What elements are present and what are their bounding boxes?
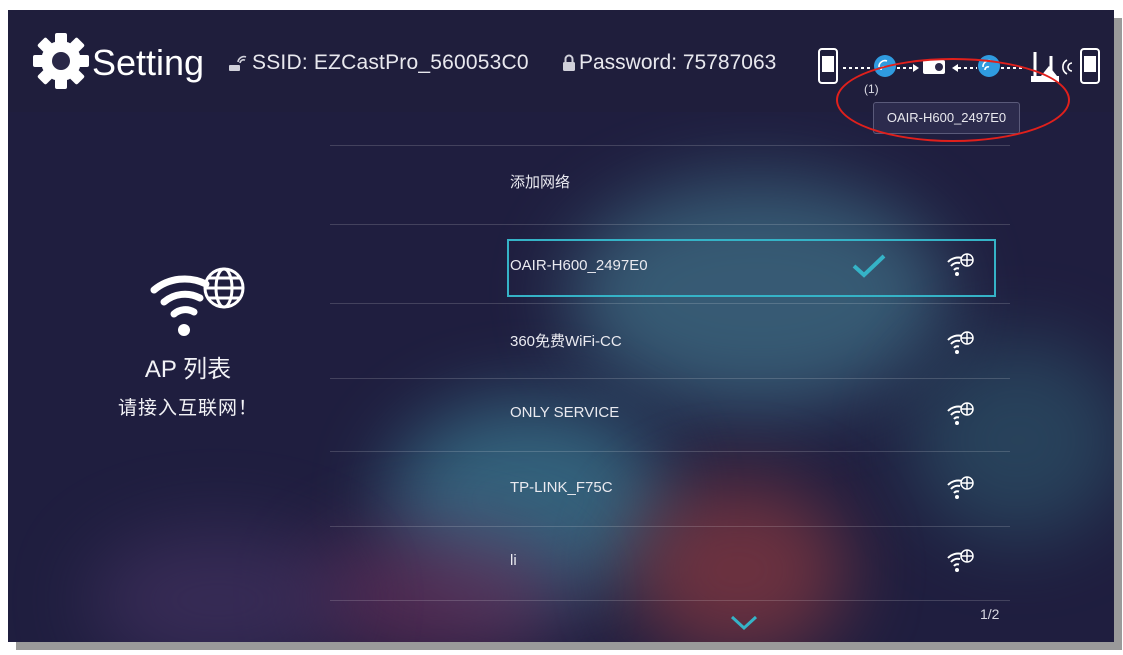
list-divider <box>330 378 1010 379</box>
bg-blob <box>908 340 1114 540</box>
annotation-circle <box>836 58 1070 142</box>
app-screen: Setting SSID: EZCastPro_560053C0 Passwor… <box>8 10 1114 642</box>
network-name[interactable]: ONLY SERVICE <box>510 403 619 423</box>
ap-list-title: AP 列表 <box>144 356 232 383</box>
list-divider <box>330 303 1010 304</box>
gear-icon[interactable] <box>32 32 90 90</box>
page-indicator: 1/2 <box>980 606 1000 622</box>
phone-icon <box>818 48 838 84</box>
wifi-globe-icon <box>947 402 974 425</box>
internet-hint: 请接入互联网！ <box>117 398 258 419</box>
list-divider <box>330 224 1010 225</box>
list-divider <box>330 526 1010 527</box>
wifi-globe-icon <box>947 253 974 276</box>
password-label: Password: 75787063 <box>579 51 777 74</box>
page-title: Setting <box>92 42 205 83</box>
list-divider <box>330 145 1010 146</box>
wifi-globe-icon <box>947 331 974 354</box>
check-icon <box>852 254 886 278</box>
chevron-down-icon[interactable] <box>729 614 759 632</box>
network-name[interactable]: TP-LINK_F75C <box>510 478 613 498</box>
list-divider <box>330 600 1010 601</box>
phone-icon <box>1080 48 1100 84</box>
network-name[interactable]: li <box>510 551 517 571</box>
wifi-globe-icon <box>947 476 974 499</box>
wifi-globe-icon <box>150 267 245 336</box>
add-network-item[interactable]: 添加网络 <box>510 173 570 193</box>
network-name: OAIR-H600_2497E0 <box>510 257 648 274</box>
bg-blob <box>388 400 668 600</box>
bg-blob <box>88 530 348 642</box>
network-name[interactable]: 360免费WiFi-CC <box>510 332 622 352</box>
lock-icon <box>563 54 575 71</box>
wifi-globe-icon <box>947 549 974 572</box>
list-divider <box>330 451 1010 452</box>
bg-blob <box>308 530 568 642</box>
wifi-router-icon <box>229 55 247 71</box>
ssid-label: SSID: EZCastPro_560053C0 <box>252 51 529 74</box>
